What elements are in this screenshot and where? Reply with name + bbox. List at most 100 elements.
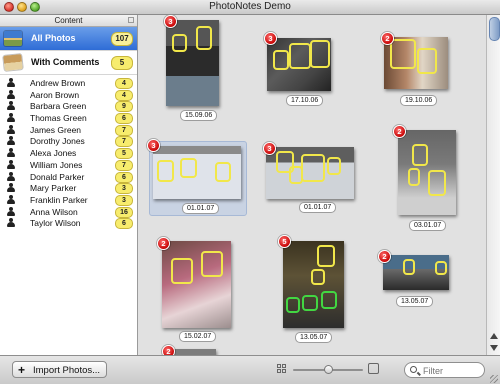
person-icon [6, 113, 16, 123]
nav-all-photos[interactable]: All Photos 107 [0, 27, 137, 51]
people-list: Andrew Brown 4 Aaron Brown 4 Barbara Green… [0, 75, 137, 230]
person-row[interactable]: Dorothy Jones 7 [0, 135, 137, 148]
photo-thumbnail [384, 37, 448, 89]
person-row[interactable]: Anna Wilson 16 [0, 206, 137, 218]
zoom-slider-knob[interactable] [324, 365, 333, 374]
person-name: Dorothy Jones [30, 136, 85, 147]
photo-tile[interactable]: 3 17.10.06 [264, 31, 344, 121]
nav-label: All Photos [31, 33, 76, 43]
photo-date: 13.05.07 [295, 332, 333, 343]
import-photos-label: Import Photos... [33, 365, 101, 376]
photo-tile[interactable]: 2 13.05.07 [378, 250, 461, 330]
photo-tile[interactable]: 3 01.01.07 [263, 141, 359, 231]
person-row[interactable]: Taylor Wilson 6 [0, 217, 137, 230]
small-thumbnails-icon[interactable] [277, 364, 287, 374]
photo-library-icon [4, 31, 22, 46]
person-name: William Jones [30, 159, 83, 170]
person-row[interactable]: Donald Parker 6 [0, 171, 137, 183]
sidebar-header: Content [0, 15, 137, 27]
count-badge: 6 [115, 171, 133, 183]
vertical-scrollbar[interactable] [486, 15, 500, 355]
person-row[interactable]: Alexa Jones 5 [0, 147, 137, 160]
person-icon [6, 171, 16, 182]
face-count-badge: 2 [157, 237, 170, 250]
photo-tile[interactable]: 5 13.05.07 [278, 235, 348, 345]
face-count-badge: 3 [164, 15, 177, 28]
count-badge: 4 [115, 78, 133, 89]
search-icon [410, 366, 417, 373]
person-name: Alexa Jones [30, 148, 77, 159]
count-badge: 6 [115, 218, 133, 230]
count-badge: 107 [111, 32, 133, 46]
person-name: Aaron Brown [30, 89, 80, 100]
sidebar-header-label: Content [54, 16, 83, 25]
window-resize-grip[interactable] [490, 375, 498, 383]
photo-thumbnail [162, 241, 231, 328]
person-row[interactable]: Barbara Green 9 [0, 100, 137, 113]
scroll-down-arrow-icon[interactable] [490, 345, 498, 351]
photo-thumbnail [166, 20, 219, 106]
photo-tile[interactable]: 2 [160, 345, 230, 355]
photo-tile[interactable]: 2 19.10.06 [381, 32, 451, 112]
count-badge: 4 [115, 89, 133, 101]
person-icon [6, 148, 16, 158]
nav-label: With Comments [31, 57, 100, 67]
photo-date: 13.05.07 [396, 296, 434, 307]
bottom-toolbar: + Import Photos... [0, 355, 500, 384]
count-badge: 7 [115, 136, 133, 148]
person-row[interactable]: Thomas Green 6 [0, 112, 137, 125]
photo-date: 19.10.06 [400, 95, 438, 106]
photo-tile[interactable]: 3 15.09.06 [160, 15, 230, 121]
photo-grid: 3 15.09.06 3 17.10.06 2 19.10.06 3 01.01… [138, 15, 486, 355]
nav-with-comments[interactable]: With Comments 5 [0, 51, 137, 75]
large-thumbnails-icon[interactable] [368, 363, 379, 374]
person-row[interactable]: Aaron Brown 4 [0, 89, 137, 101]
person-row[interactable]: Franklin Parker 3 [0, 194, 137, 206]
photo-date: 15.09.06 [180, 110, 218, 121]
person-icon [6, 206, 16, 217]
photo-date: 15.02.07 [179, 331, 217, 342]
person-row[interactable]: Mary Parker 3 [0, 182, 137, 195]
photo-tile-selected[interactable]: 3 01.01.07 [147, 139, 247, 216]
photo-thumbnail [398, 130, 456, 215]
photo-date: 01.01.07 [182, 203, 220, 214]
window-title: PhotoNotes Demo [209, 1, 291, 12]
column-options-icon[interactable] [128, 17, 134, 23]
import-photos-button[interactable]: + Import Photos... [12, 361, 107, 378]
photo-thumbnail [283, 241, 344, 328]
face-count-badge: 5 [278, 235, 291, 248]
title-bar: PhotoNotes Demo [0, 0, 500, 15]
count-badge: 6 [115, 113, 133, 125]
photo-thumbnail [383, 255, 449, 290]
scroll-up-arrow-icon[interactable] [490, 333, 498, 339]
face-count-badge: 2 [393, 125, 406, 138]
photo-tile[interactable]: 2 03.01.07 [393, 125, 463, 245]
filter-input[interactable] [421, 364, 485, 378]
count-badge: 9 [115, 101, 133, 113]
person-icon [6, 101, 16, 111]
person-name: Anna Wilson [30, 206, 78, 217]
app-window: PhotoNotes Demo Content All Photos 107 W… [0, 0, 500, 384]
person-row[interactable]: William Jones 7 [0, 159, 137, 171]
photo-thumbnail [266, 147, 354, 199]
person-icon [6, 124, 16, 135]
count-badge: 7 [115, 159, 133, 171]
person-row[interactable]: Andrew Brown 4 [0, 77, 137, 89]
count-badge: 3 [115, 194, 133, 206]
count-badge: 16 [115, 206, 133, 218]
photo-date: 17.10.06 [286, 95, 324, 106]
person-name: Thomas Green [30, 113, 87, 124]
person-name: Barbara Green [30, 101, 87, 112]
person-name: Franklin Parker [30, 194, 88, 205]
person-name: James Green [30, 124, 82, 135]
photo-tile[interactable]: 2 15.02.07 [155, 237, 235, 347]
person-icon [6, 183, 16, 193]
filter-search-field[interactable] [404, 362, 485, 378]
person-icon [6, 194, 16, 205]
face-count-badge: 2 [378, 250, 391, 263]
person-row[interactable]: James Green 7 [0, 124, 137, 136]
person-name: Mary Parker [30, 183, 77, 194]
person-icon [6, 136, 16, 146]
count-badge: 5 [111, 56, 133, 70]
scroll-thumb[interactable] [489, 17, 500, 41]
